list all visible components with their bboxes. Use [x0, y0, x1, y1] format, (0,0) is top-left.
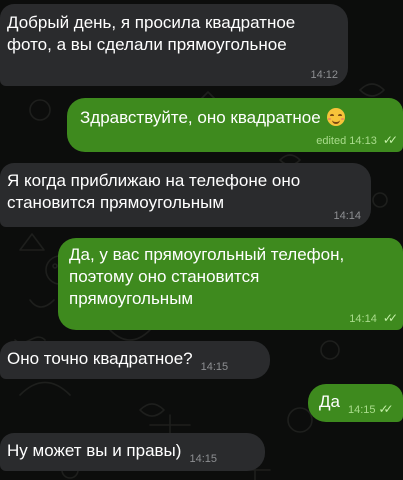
double-check-icon: ✓✓	[378, 402, 394, 416]
message-text: поэтому оно становится	[69, 267, 260, 286]
message-text: становится прямоугольным	[7, 193, 225, 212]
double-check-icon: ✓✓	[382, 133, 398, 147]
message-list[interactable]: Добрый день, я просила квадратное фото, …	[0, 0, 403, 480]
message-meta: 14:14 ✓✓	[349, 311, 398, 325]
message-incoming[interactable]: Я когда приближаю на телефоне оно станов…	[0, 163, 371, 227]
message-text: Оно точно квадратное?	[7, 349, 193, 368]
message-text: Добрый день, я просила квадратное	[7, 13, 296, 32]
message-time: 14:12	[310, 69, 338, 81]
message-time: 14:14	[349, 313, 377, 325]
double-check-icon: ✓✓	[382, 311, 398, 325]
message-incoming[interactable]: Оно точно квадратное? 14:15	[0, 341, 270, 379]
smiling-face-emoji	[326, 108, 345, 126]
message-outgoing[interactable]: Да 14:15 ✓✓	[308, 384, 403, 422]
message-text: Ну может вы и правы)	[7, 441, 182, 460]
message-incoming[interactable]: Ну может вы и правы) 14:15	[0, 433, 265, 471]
message-time: 14:15	[200, 361, 229, 373]
message-meta: edited 14:13 ✓✓	[316, 133, 398, 147]
message-text: Да, у вас прямоугольный телефон,	[69, 245, 345, 264]
message-text: Здравствуйте, оно квадратное	[80, 108, 321, 127]
message-incoming[interactable]: Добрый день, я просила квадратное фото, …	[0, 4, 348, 86]
message-text: прямоугольным	[69, 289, 194, 308]
message-text: Я когда приближаю на телефоне оно	[7, 171, 301, 190]
message-time: 14:15	[347, 404, 376, 416]
message-meta: 14:15 ✓✓	[347, 402, 394, 416]
message-outgoing[interactable]: Да, у вас прямоугольный телефон, поэтому…	[58, 238, 403, 330]
message-text: фото, а вы сделали прямоугольное	[7, 35, 287, 54]
message-outgoing[interactable]: Здравствуйте, оно квадратное edited 14:1…	[67, 98, 403, 152]
message-time: 14:13	[349, 135, 377, 147]
message-time: 14:15	[189, 453, 217, 465]
message-text: Да	[319, 392, 340, 411]
message-time: 14:14	[333, 210, 361, 222]
edited-label: edited	[316, 135, 347, 147]
